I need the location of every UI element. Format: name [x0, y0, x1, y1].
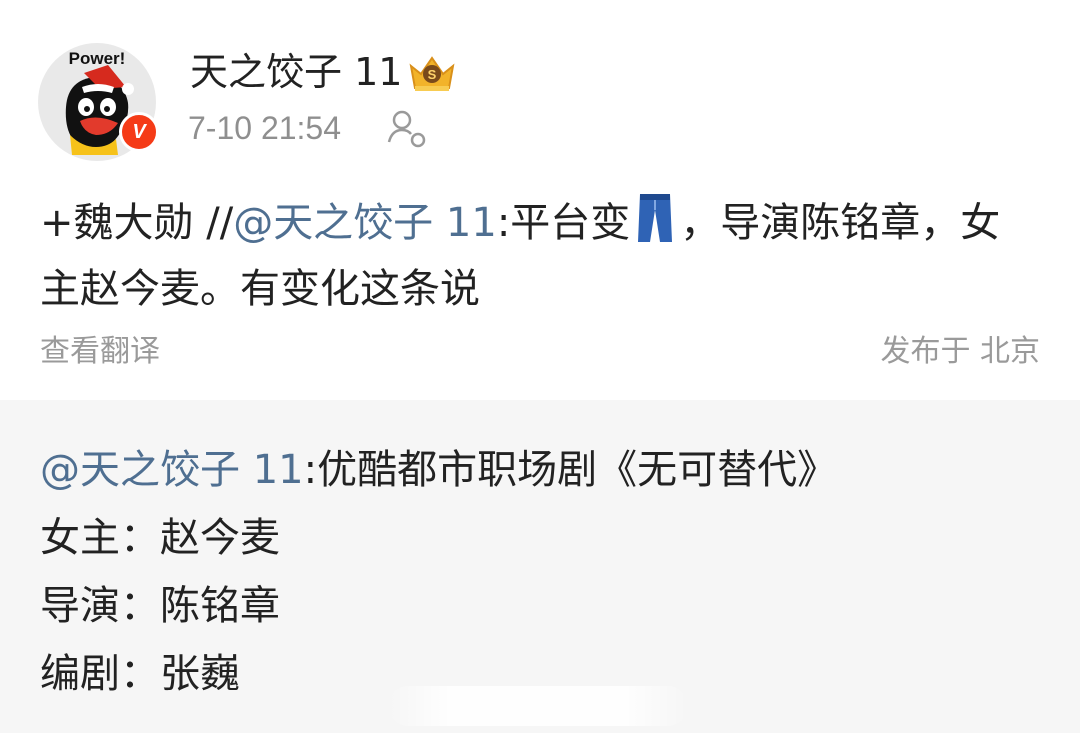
weibo-post: Power! V 天之饺子 11 S 7-10 21:54 +魏大勋 //@天之… — [0, 0, 1080, 398]
post-timestamp: 7-10 21:54 — [188, 110, 342, 146]
post-content-text: :平台变 — [496, 200, 631, 246]
watermark-blur — [388, 686, 688, 726]
repost-title: :优酷都市职场剧《无可替代》 — [303, 447, 838, 493]
repost-card[interactable]: @天之饺子 11:优酷都市职场剧《无可替代》 女主：赵今麦 导演：陈铭章 编剧：… — [0, 400, 1080, 733]
repost-line-actress: 女主：赵今麦 — [40, 515, 280, 561]
repost-line-director: 导演：陈铭章 — [40, 583, 280, 629]
translate-link[interactable]: 查看翻译 — [40, 330, 160, 374]
post-content: +魏大勋 //@天之饺子 11:平台变 ，导演陈铭章，女主赵今麦。有变化这条说 — [40, 190, 1040, 322]
jeans-emoji-icon — [638, 194, 673, 242]
verified-badge: V — [119, 112, 159, 152]
username[interactable]: 天之饺子 11 — [190, 48, 402, 96]
post-content-prefix: +魏大勋 // — [40, 200, 234, 246]
post-location: 发布于 北京 — [880, 334, 1040, 369]
follow-user-icon[interactable] — [386, 108, 428, 148]
mention-link[interactable]: @天之饺子 11 — [233, 200, 497, 246]
repost-text: @天之饺子 11:优酷都市职场剧《无可替代》 女主：赵今麦 导演：陈铭章 编剧：… — [40, 436, 837, 708]
svg-text:S: S — [428, 67, 437, 82]
crown-level-icon[interactable]: S — [407, 52, 457, 94]
repost-mention-link[interactable]: @天之饺子 11 — [40, 447, 304, 493]
repost-title-line: @天之饺子 11:优酷都市职场剧《无可替代》 — [40, 436, 837, 504]
